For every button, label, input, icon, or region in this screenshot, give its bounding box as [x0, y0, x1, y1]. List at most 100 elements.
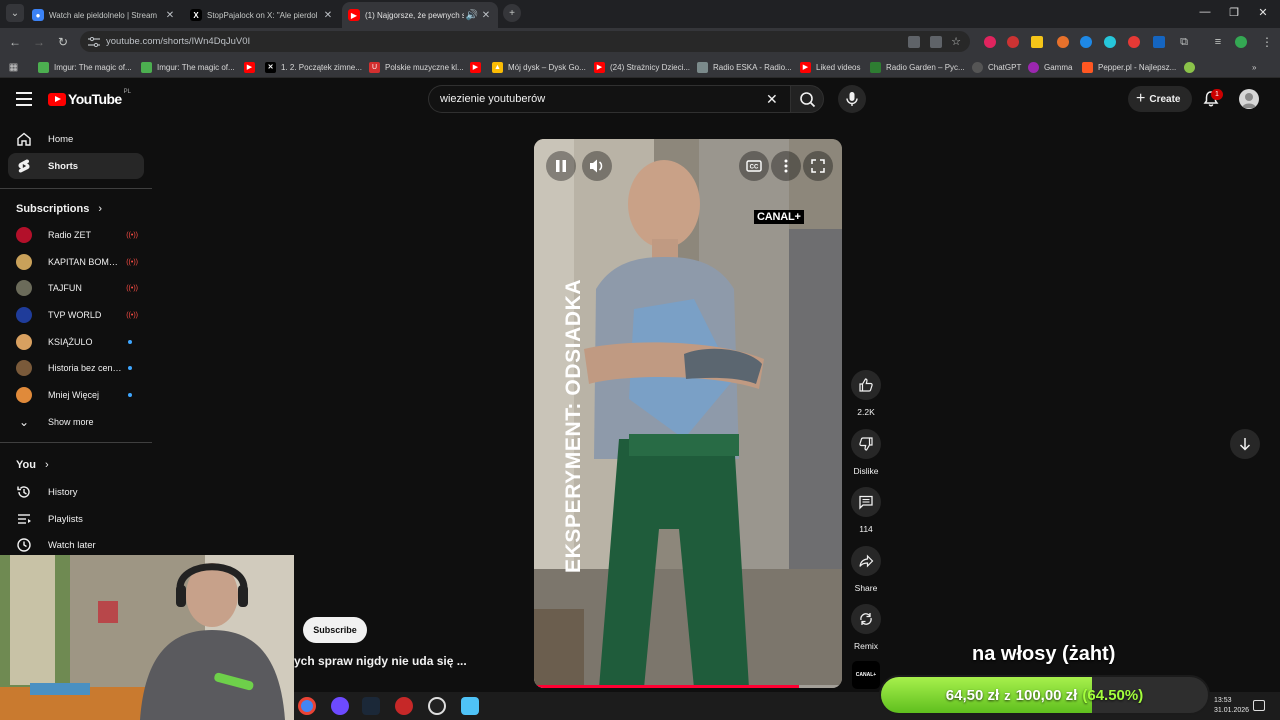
- address-bar[interactable]: youtube.com/shorts/IWn4DqJuV0I: [80, 31, 970, 52]
- you-heading[interactable]: You ›: [16, 459, 49, 471]
- video-overlay-text: EKSPERYMENT: ODSIADKA: [562, 278, 585, 573]
- back-icon[interactable]: ←: [7, 34, 23, 50]
- subscriptions-heading[interactable]: Subscriptions ›: [16, 203, 102, 215]
- extension-icon[interactable]: [1080, 36, 1092, 48]
- sidebar-item-subscription[interactable]: Radio ZET ((•)): [16, 225, 138, 245]
- window-close-icon[interactable]: ✕: [1256, 6, 1270, 19]
- extension-icon[interactable]: [1057, 36, 1069, 48]
- translate-icon[interactable]: [908, 36, 920, 48]
- tab-search-button[interactable]: ⌄: [6, 4, 24, 22]
- bookmark-item[interactable]: ChatGPT: [972, 60, 1021, 74]
- bookmark-item[interactable]: Radio ESKA - Radio...: [697, 60, 792, 74]
- comments-button[interactable]: 114: [847, 487, 885, 534]
- close-icon[interactable]: ✕: [480, 10, 492, 21]
- bookmark-item[interactable]: Radio Garden – Pyc...: [870, 60, 965, 74]
- dislike-button[interactable]: Dislike: [847, 429, 885, 476]
- app-taskbar-icon[interactable]: [395, 697, 413, 715]
- fullscreen-button[interactable]: [803, 151, 833, 181]
- steam-taskbar-icon[interactable]: [362, 697, 380, 715]
- close-icon[interactable]: ✕: [322, 10, 334, 21]
- apps-grid-icon[interactable]: ▦: [8, 60, 24, 74]
- sidebar-item-playlists[interactable]: Playlists: [8, 506, 144, 532]
- search-input[interactable]: wiezienie youtuberów: [428, 85, 790, 113]
- restore-icon[interactable]: ❐: [1227, 6, 1241, 19]
- system-clock[interactable]: 13:53 31.01.2026: [1214, 696, 1249, 716]
- logo-wordmark: YouTube: [68, 91, 122, 107]
- donation-connector: z: [1004, 687, 1011, 703]
- site-info-icon[interactable]: [88, 36, 100, 47]
- volume-button[interactable]: [582, 151, 612, 181]
- youtube-logo[interactable]: YouTube PL: [48, 89, 131, 109]
- clear-search-icon[interactable]: ✕: [766, 92, 778, 106]
- account-avatar[interactable]: [1239, 89, 1259, 109]
- media-controls-icon[interactable]: ≡: [1210, 34, 1226, 50]
- sidebar-show-more[interactable]: ⌄ Show more: [16, 412, 138, 432]
- bookmark-item[interactable]: ▶ (24) Strażnicy Dzieci...: [594, 60, 690, 74]
- like-button[interactable]: 2.2K: [847, 370, 885, 417]
- close-icon[interactable]: ✕: [164, 10, 176, 21]
- obs-taskbar-icon[interactable]: [428, 697, 446, 715]
- bookmark-item[interactable]: ▲ Mój dysk – Dysk Go...: [492, 60, 586, 74]
- notification-center-icon[interactable]: [1253, 700, 1265, 711]
- remix-button[interactable]: Remix: [847, 604, 885, 651]
- browser-menu-icon[interactable]: ⋮: [1259, 34, 1275, 50]
- sidebar-item-subscription[interactable]: TAJFUN ((•)): [16, 278, 138, 298]
- pause-button[interactable]: [546, 151, 576, 181]
- subscribe-button[interactable]: Subscribe: [303, 617, 367, 643]
- install-app-icon[interactable]: [930, 36, 942, 48]
- site-icon: U: [369, 61, 380, 73]
- app-taskbar-icon[interactable]: [331, 697, 349, 715]
- bookmark-item[interactable]: Imgur: The magic of...: [141, 60, 235, 74]
- short-title[interactable]: ych spraw nigdy nie uda się ...: [294, 654, 467, 668]
- sidebar-item-subscription[interactable]: Historia bez cenzury: [16, 358, 138, 378]
- search-button[interactable]: [790, 85, 824, 113]
- video-progress-bar[interactable]: [534, 685, 842, 688]
- browser-tab-2[interactable]: X StopPajalock on X: "Ale pierdol ✕: [184, 2, 340, 28]
- bookmark-item[interactable]: ✕ 1. 2. Początek zimne...: [265, 60, 362, 74]
- extension-icon[interactable]: [1153, 36, 1165, 48]
- more-options-button[interactable]: [771, 151, 801, 181]
- new-tab-button[interactable]: +: [503, 4, 521, 22]
- sidebar-item-home[interactable]: Home: [8, 126, 144, 152]
- voice-search-button[interactable]: [838, 85, 866, 113]
- sidebar-item-subscription[interactable]: TVP WORLD ((•)): [16, 305, 138, 325]
- bookmark-item[interactable]: [1184, 60, 1200, 74]
- extension-icon[interactable]: [1007, 36, 1019, 48]
- browser-tab-3[interactable]: ▶ (1) Najgorsze, że pewnych s 🔊 ✕: [342, 2, 498, 28]
- bookmark-item[interactable]: U Polskie muzyczne kl...: [369, 60, 464, 74]
- imdb-extension-icon[interactable]: [1031, 36, 1043, 48]
- more-bookmarks-icon[interactable]: »: [1252, 60, 1256, 74]
- minimize-icon[interactable]: —: [1198, 6, 1212, 18]
- next-short-button[interactable]: [1230, 429, 1260, 459]
- sidebar-item-subscription[interactable]: Mniej Więcej: [16, 385, 138, 405]
- sidebar-item-subscription[interactable]: KSIĄŻULO: [16, 332, 138, 352]
- extension-icon[interactable]: [984, 36, 996, 48]
- bookmark-item[interactable]: ▶ Liked videos: [800, 60, 860, 74]
- extension-icon[interactable]: [1128, 36, 1140, 48]
- app-taskbar-icon[interactable]: [461, 697, 479, 715]
- youtube-icon: ▶: [470, 61, 481, 73]
- extensions-puzzle-icon[interactable]: ⧉: [1176, 34, 1192, 50]
- reload-icon[interactable]: ↻: [55, 34, 71, 50]
- guide-menu-icon[interactable]: [16, 92, 32, 106]
- bookmark-item[interactable]: Gamma: [1028, 60, 1072, 74]
- extension-icon[interactable]: [1104, 36, 1116, 48]
- create-button[interactable]: + Create: [1128, 86, 1192, 112]
- forward-icon[interactable]: →: [31, 34, 47, 50]
- bookmark-item[interactable]: Pepper.pl - Najlepsz...: [1082, 60, 1176, 74]
- bookmark-item[interactable]: ▶: [470, 60, 486, 74]
- channel-thumbnail[interactable]: CANAL+: [852, 661, 880, 689]
- chrome-taskbar-icon[interactable]: [298, 697, 316, 715]
- bookmark-item[interactable]: Imgur: The magic of...: [38, 60, 132, 74]
- sidebar-item-subscription[interactable]: KAPITAN BOMBA ((•)): [16, 252, 138, 272]
- browser-tab-1[interactable]: ● Watch ale pieldolnelo | Stream ✕: [26, 2, 182, 28]
- bookmark-star-icon[interactable]: ☆: [948, 34, 964, 50]
- sidebar-item-shorts[interactable]: Shorts: [8, 153, 144, 179]
- captions-button[interactable]: CC: [739, 151, 769, 181]
- sidebar-item-history[interactable]: History: [8, 479, 144, 505]
- profile-avatar[interactable]: [1235, 36, 1247, 48]
- share-button[interactable]: Share: [847, 546, 885, 593]
- speaker-icon[interactable]: 🔊: [464, 10, 480, 21]
- bookmark-item[interactable]: ▶: [244, 60, 260, 74]
- short-video-player[interactable]: CC CANAL+ EKSPERYMENT: ODSIADKA: [534, 139, 842, 688]
